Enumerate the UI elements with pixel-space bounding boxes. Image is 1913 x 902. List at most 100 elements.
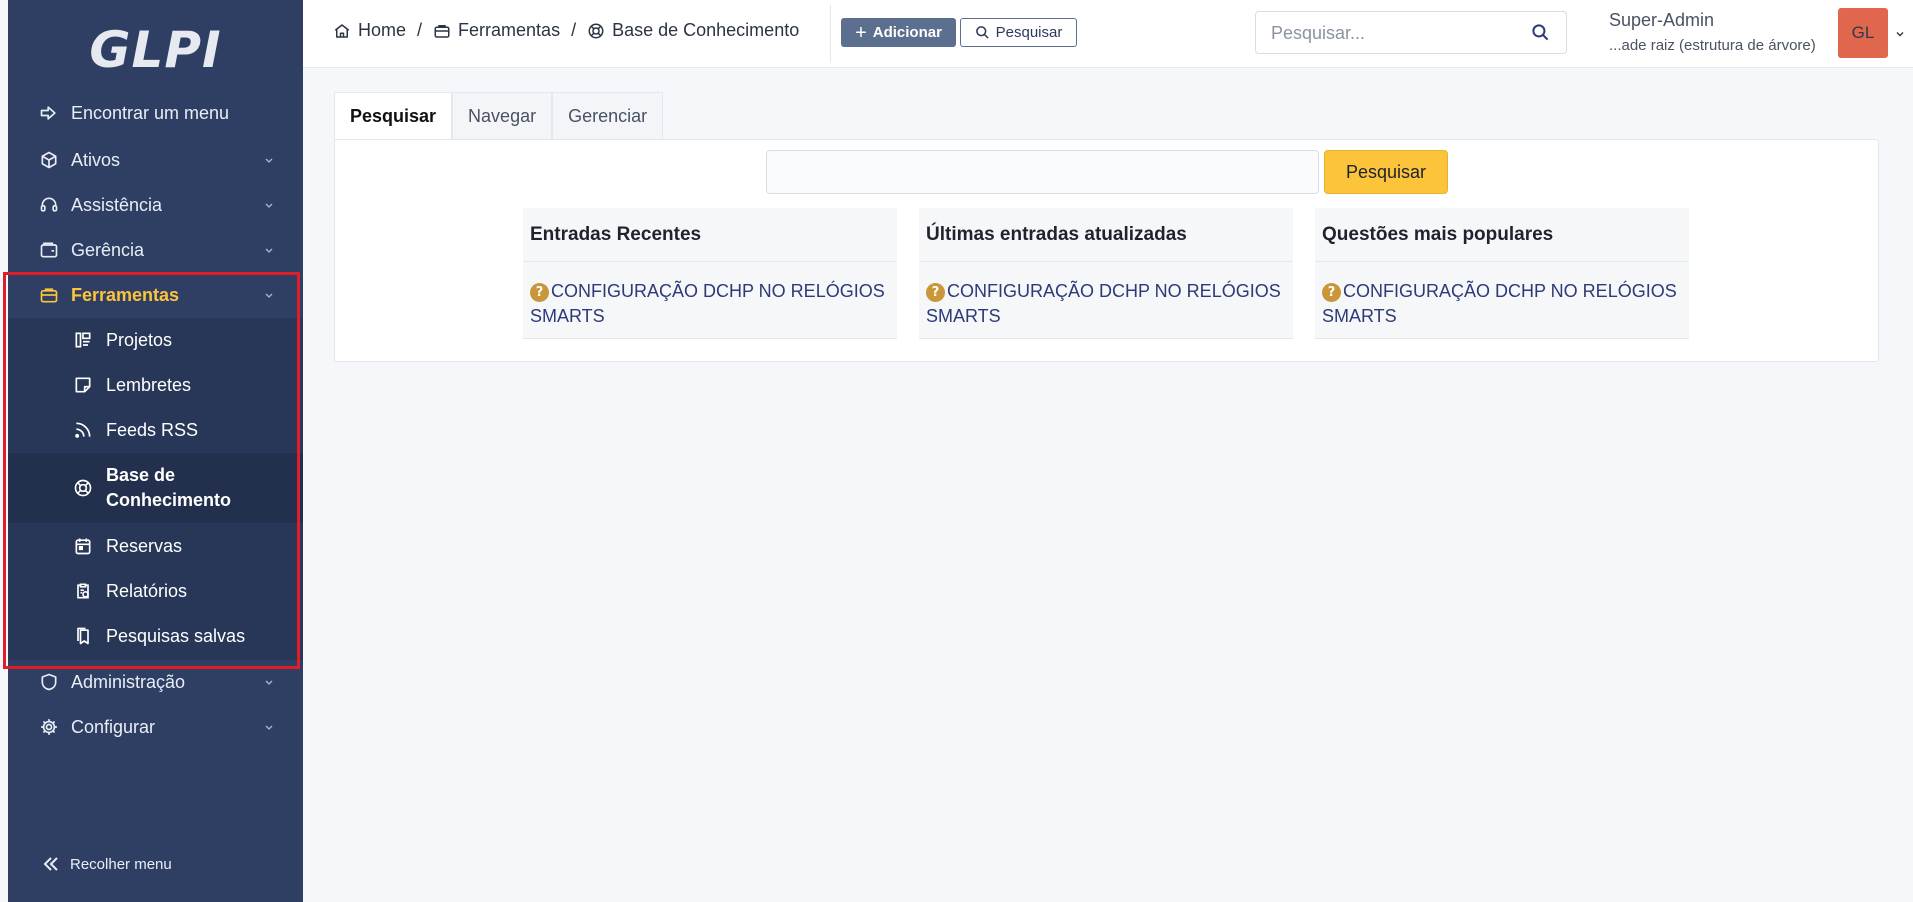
- sidebar-subitem-label: Projetos: [106, 329, 173, 350]
- collapse-menu-label: Recolher menu: [70, 855, 172, 873]
- kb-article-link[interactable]: CONFIGURAÇÃO DCHP NO RELÓGIOS SMARTS: [530, 281, 885, 326]
- column-last-updated: Últimas entradas atualizadas ? CONFIGURAÇ…: [919, 208, 1293, 339]
- breadcrumb-home[interactable]: Home: [333, 20, 406, 41]
- question-icon: ?: [530, 283, 549, 302]
- chevron-down-icon: [265, 248, 273, 253]
- sidebar-item-label: Gerência: [71, 239, 145, 260]
- find-menu-item[interactable]: Encontrar um menu: [8, 91, 303, 135]
- user-name: Super-Admin: [1609, 10, 1715, 30]
- avatar[interactable]: GL: [1838, 8, 1888, 58]
- briefcase-icon: [38, 284, 60, 306]
- sidebar-subitem-label: Feeds RSS: [106, 419, 199, 440]
- main-content: Pesquisar Navegar Gerenciar Pesquisar En…: [334, 92, 1879, 362]
- kb-search-button[interactable]: Pesquisar: [1324, 150, 1448, 194]
- breadcrumb-label: Ferramentas: [458, 20, 561, 40]
- collapse-menu-button[interactable]: Recolher menu: [42, 855, 172, 873]
- chevron-down-icon: [265, 725, 273, 730]
- sidebar-item-ativos[interactable]: Ativos: [8, 138, 303, 182]
- logo-text: GLPI: [89, 21, 222, 79]
- sidebar-subitem-label: Base de Conhecimento: [106, 465, 232, 510]
- box-icon: [38, 149, 60, 171]
- column-popular-questions: Questões mais populares ? CONFIGURAÇÃO DC…: [1315, 208, 1689, 339]
- wallet-icon: [38, 239, 60, 261]
- headset-icon: [38, 194, 60, 216]
- arrow-right-icon: [38, 102, 60, 124]
- chevron-down-icon: [265, 203, 273, 208]
- kb-article-link[interactable]: CONFIGURAÇÃO DCHP NO RELÓGIOS SMARTS: [1322, 281, 1677, 326]
- add-button[interactable]: + Adicionar: [841, 18, 956, 47]
- sidebar-item-administracao[interactable]: Administração: [8, 660, 303, 704]
- chevron-down-icon: [265, 680, 273, 685]
- sidebar-subitem-label: Relatórios: [106, 580, 188, 601]
- glpi-logo[interactable]: GLPI: [8, 0, 303, 100]
- sidebar-subitem-relatorios[interactable]: Relatórios: [8, 569, 303, 613]
- rss-icon: [72, 419, 94, 441]
- search-button-label: Pesquisar: [995, 24, 1063, 41]
- list-item: ? CONFIGURAÇÃO DCHP NO RELÓGIOS SMARTS: [523, 262, 897, 339]
- search-icon[interactable]: [1531, 23, 1550, 42]
- user-entity: ...ade raiz (estrutura de árvore): [1609, 37, 1816, 54]
- sidebar-item-assistencia[interactable]: Assistência: [8, 183, 303, 227]
- search-icon: [975, 26, 989, 39]
- home-icon: [334, 23, 350, 38]
- sidebar-item-label: Configurar: [71, 716, 156, 737]
- sidebar-item-configurar[interactable]: Configurar: [8, 705, 303, 749]
- breadcrumb-base-de-conhecimento[interactable]: Base de Conhecimento: [587, 20, 799, 41]
- lifebuoy-icon: [588, 23, 604, 38]
- sidebar-subitem-pesquisas-salvas[interactable]: Pesquisas salvas: [8, 614, 303, 658]
- user-menu[interactable]: Super-Admin ...ade raiz (estrutura de ár…: [1609, 10, 1816, 54]
- chevron-down-icon: [265, 158, 273, 163]
- gear-icon: [38, 716, 60, 738]
- shield-icon: [38, 671, 60, 693]
- sidebar-item-label: Assistência: [71, 194, 163, 215]
- kb-search-input[interactable]: [766, 150, 1319, 194]
- projects-icon: [72, 329, 94, 351]
- column-recent-entries: Entradas Recentes ? CONFIGURAÇÃO DCHP NO …: [523, 208, 897, 339]
- lifebuoy-icon: [72, 477, 94, 499]
- breadcrumb-separator: /: [571, 20, 577, 40]
- sidebar-item-label: Ativos: [71, 149, 121, 170]
- chevron-down-icon[interactable]: [1894, 28, 1906, 40]
- find-menu-label: Encontrar um menu: [71, 102, 230, 123]
- list-item: ? CONFIGURAÇÃO DCHP NO RELÓGIOS SMARTS: [919, 262, 1293, 339]
- tabs: Pesquisar Navegar Gerenciar: [334, 92, 664, 140]
- header-divider: [830, 5, 831, 63]
- breadcrumb-label: Base de Conhecimento: [612, 20, 800, 40]
- tab-gerenciar[interactable]: Gerenciar: [552, 92, 664, 140]
- sidebar-item-label: Ferramentas: [71, 284, 180, 305]
- sidebar-subitem-base-de-conhecimento[interactable]: Base de Conhecimento: [8, 453, 303, 523]
- question-icon: ?: [926, 283, 945, 302]
- tab-pesquisar[interactable]: Pesquisar: [334, 92, 453, 140]
- sidebar-subitem-label: Lembretes: [106, 374, 192, 395]
- question-icon: ?: [1322, 283, 1341, 302]
- search-button[interactable]: Pesquisar: [960, 18, 1077, 47]
- breadcrumb-ferramentas[interactable]: Ferramentas: [433, 20, 560, 41]
- sidebar: GLPI Encontrar um menu Ativos Assistênci…: [8, 0, 303, 902]
- sidebar-subitem-reservas[interactable]: Reservas: [8, 524, 303, 568]
- sidebar-item-ferramentas[interactable]: Ferramentas: [8, 273, 303, 317]
- list-item: ? CONFIGURAÇÃO DCHP NO RELÓGIOS SMARTS: [1315, 262, 1689, 339]
- global-search-box: [1255, 11, 1567, 54]
- sidebar-item-gerencia[interactable]: Gerência: [8, 228, 303, 272]
- plus-icon: +: [855, 21, 867, 44]
- column-title: Entradas Recentes: [523, 208, 897, 262]
- sticky-note-icon: [72, 374, 94, 396]
- breadcrumb: Home / Ferramentas / Base de Conheciment…: [333, 20, 799, 41]
- chevron-down-icon: [265, 293, 273, 298]
- report-icon: [72, 580, 94, 602]
- double-chevron-left-icon: [43, 857, 58, 871]
- calendar-icon: [72, 535, 94, 557]
- sidebar-item-label: Administração: [71, 671, 186, 692]
- column-title: Últimas entradas atualizadas: [919, 208, 1293, 262]
- tab-navegar[interactable]: Navegar: [452, 92, 553, 140]
- column-title: Questões mais populares: [1315, 208, 1689, 262]
- global-search-input[interactable]: [1271, 22, 1521, 44]
- submenu-ferramentas: Projetos Lembretes Feeds RSS Base de Con…: [8, 318, 303, 660]
- sidebar-subitem-projetos[interactable]: Projetos: [8, 318, 303, 362]
- bookmarks-icon: [72, 625, 94, 647]
- sidebar-subitem-label: Pesquisas salvas: [106, 625, 246, 646]
- breadcrumb-label: Home: [358, 20, 407, 40]
- sidebar-subitem-feeds-rss[interactable]: Feeds RSS: [8, 408, 303, 452]
- sidebar-subitem-lembretes[interactable]: Lembretes: [8, 363, 303, 407]
- kb-article-link[interactable]: CONFIGURAÇÃO DCHP NO RELÓGIOS SMARTS: [926, 281, 1281, 326]
